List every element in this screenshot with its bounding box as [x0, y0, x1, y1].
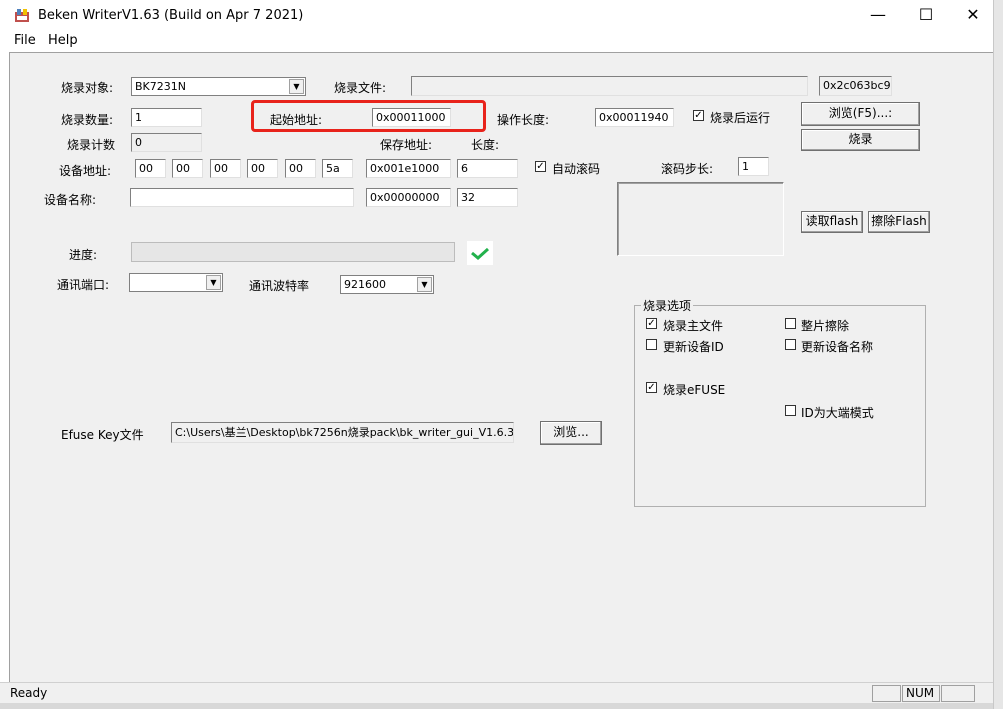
run-after-label: 烧录后运行 [710, 111, 771, 125]
title-bar: Beken WriterV1.63 (Build on Apr 7 2021) … [0, 0, 993, 30]
chevron-down-icon[interactable]: ▼ [417, 277, 432, 292]
baud-value: 921600 [344, 278, 386, 291]
burn-button[interactable]: 烧录 [801, 129, 920, 151]
minimize-button[interactable]: — [855, 0, 901, 30]
device-name-save-input[interactable]: 0x00000000 [366, 188, 451, 207]
burn-main-checkbox[interactable]: ✓ [646, 318, 657, 329]
status-panel-empty-2 [941, 685, 975, 702]
device-address-byte-5[interactable]: 00 [285, 159, 316, 178]
read-flash-button[interactable]: 读取flash [801, 211, 863, 233]
efuse-label: Efuse Key文件 [61, 428, 144, 442]
update-name-label: 更新设备名称 [801, 340, 874, 354]
auto-scroll-checkbox[interactable]: ✓ [535, 161, 546, 172]
count-input[interactable]: 1 [131, 108, 202, 127]
chevron-down-icon[interactable]: ▼ [289, 79, 304, 94]
auto-scroll-label: 自动滚码 [552, 162, 601, 176]
scroll-step-label: 滚码步长: [661, 162, 714, 176]
chip-erase-label: 整片擦除 [801, 319, 850, 333]
status-panel-empty [872, 685, 901, 702]
start-address-input[interactable]: 0x00011000 [372, 108, 451, 127]
big-endian-label: ID为大端模式 [801, 406, 874, 420]
file-crc-field: 0x2c063bc9 [819, 76, 892, 96]
status-bar: Ready NUM [0, 682, 993, 704]
device-address-byte-6[interactable]: 5a [322, 159, 353, 178]
close-button[interactable]: ✕ [950, 0, 996, 30]
file-label: 烧录文件: [334, 81, 387, 95]
device-address-byte-1[interactable]: 00 [135, 159, 166, 178]
run-after-checkbox[interactable]: ✓ [693, 110, 704, 121]
erase-flash-button[interactable]: 擦除Flash [868, 211, 930, 233]
device-name-input[interactable] [130, 188, 354, 207]
device-name-length-input[interactable]: 32 [457, 188, 518, 207]
counter-label: 烧录计数 [67, 138, 116, 152]
update-name-checkbox[interactable] [785, 339, 796, 350]
app-icon [15, 9, 29, 22]
device-address-length-input[interactable]: 6 [457, 159, 518, 178]
target-value: BK7231N [135, 80, 186, 93]
device-name-label: 设备名称: [44, 193, 97, 207]
length-label: 长度: [471, 138, 500, 152]
status-text: Ready [10, 686, 48, 700]
scroll-step-input[interactable]: 1 [738, 157, 769, 176]
target-label: 烧录对象: [61, 81, 114, 95]
chevron-down-icon[interactable]: ▼ [206, 275, 221, 290]
chip-erase-checkbox[interactable] [785, 318, 796, 329]
progress-bar [131, 242, 455, 262]
efuse-browse-button[interactable]: 浏览... [540, 421, 602, 445]
efuse-path-field[interactable]: C:\Users\基兰\Desktop\bk7256n烧录pack\bk_wri… [171, 422, 514, 443]
device-address-byte-4[interactable]: 00 [247, 159, 278, 178]
device-address-save-input[interactable]: 0x001e1000 [366, 159, 451, 178]
progress-label: 进度: [69, 248, 98, 262]
menu-file[interactable]: File [14, 33, 36, 48]
num-lock-indicator: NUM [902, 685, 940, 702]
maximize-button[interactable]: ☐ [903, 0, 949, 30]
port-select[interactable]: ▼ [129, 273, 223, 292]
status-ok-panel [467, 241, 493, 265]
burn-efuse-checkbox[interactable]: ✓ [646, 382, 657, 393]
options-title: 烧录选项 [641, 297, 694, 314]
baud-select[interactable]: 921600 ▼ [340, 275, 434, 294]
burn-main-label: 烧录主文件 [663, 319, 724, 333]
window-title: Beken WriterV1.63 (Build on Apr 7 2021) [38, 8, 304, 23]
options-group [634, 305, 926, 507]
port-label: 通讯端口: [57, 278, 110, 292]
count-label: 烧录数量: [61, 113, 114, 127]
bottom-strip [0, 703, 993, 709]
counter-field: 0 [131, 133, 202, 152]
big-endian-checkbox[interactable] [785, 405, 796, 416]
file-path-field[interactable] [411, 76, 808, 96]
device-address-label: 设备地址: [59, 164, 112, 178]
op-length-label: 操作长度: [497, 113, 550, 127]
menu-bar: File Help [0, 30, 993, 52]
log-box [617, 182, 784, 256]
menu-help[interactable]: Help [48, 33, 78, 48]
device-address-byte-2[interactable]: 00 [172, 159, 203, 178]
check-icon [471, 247, 490, 260]
background-window-edge [993, 0, 1003, 709]
start-address-label: 起始地址: [270, 113, 323, 127]
op-length-input[interactable]: 0x00011940 [595, 108, 674, 127]
save-address-label: 保存地址: [380, 138, 433, 152]
update-id-checkbox[interactable] [646, 339, 657, 350]
device-address-byte-3[interactable]: 00 [210, 159, 241, 178]
browse-button[interactable]: 浏览(F5)...: [801, 102, 920, 126]
target-select[interactable]: BK7231N ▼ [131, 77, 306, 96]
update-id-label: 更新设备ID [663, 340, 724, 354]
burn-efuse-label: 烧录eFUSE [663, 383, 726, 397]
baud-label: 通讯波特率 [249, 279, 310, 293]
